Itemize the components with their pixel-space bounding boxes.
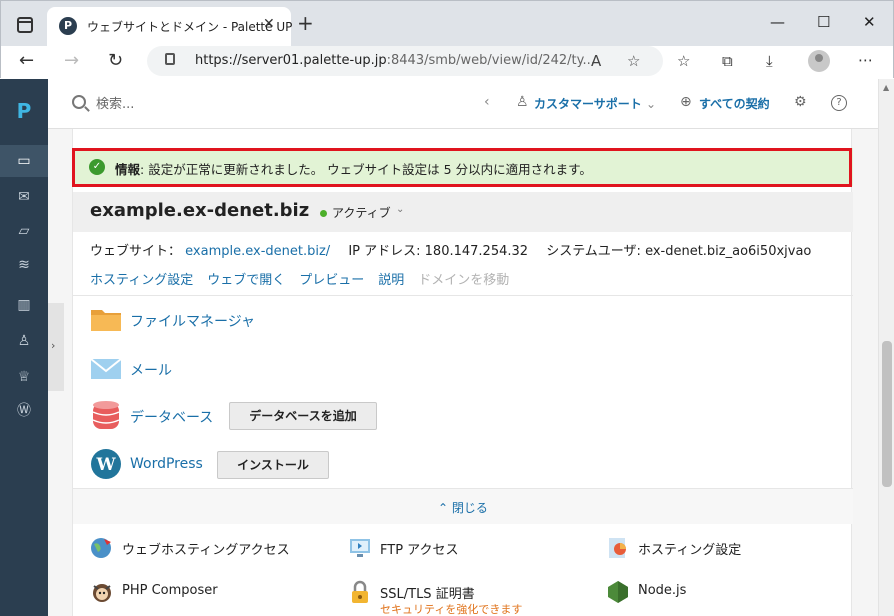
open-in-web-link[interactable]: ウェブで開く	[207, 269, 285, 288]
browser-tab-bar: P ウェブサイトとドメイン - Palette UP ✕ + — ☐ ✕	[0, 0, 894, 47]
status-dropdown[interactable]: アクティブ	[332, 204, 391, 221]
globe-user-icon	[91, 538, 111, 558]
folder-icon	[91, 310, 121, 331]
chevron-down-icon[interactable]: ⌄	[396, 204, 404, 215]
preview-link[interactable]: プレビュー	[299, 269, 364, 288]
collapse-link[interactable]: ⌃ 閉じる	[438, 499, 488, 516]
all-subscriptions-link[interactable]: すべての契約	[699, 95, 770, 112]
ssl-tls-hint: セキュリティを強化できます	[380, 603, 523, 616]
browser-toolbar: ← → ↻ https://server01.palette-up.jp:844…	[0, 46, 894, 78]
minimize-icon[interactable]: —	[770, 13, 785, 31]
page-scrollbar[interactable]: ▲	[878, 79, 894, 616]
profile-avatar[interactable]	[808, 50, 830, 72]
divider	[73, 295, 853, 296]
rail-databases-icon[interactable]: ≋	[0, 249, 48, 281]
back-icon[interactable]: ←	[19, 50, 34, 71]
rail-users-icon[interactable]: ♙	[0, 325, 48, 357]
rail-account-icon[interactable]: ♕	[0, 361, 48, 393]
globe-icon: ⊕	[680, 94, 692, 110]
ftp-icon	[350, 539, 370, 557]
tab-title: ウェブサイトとドメイン - Palette UP	[87, 20, 293, 34]
domain-actions: ホスティング設定 ウェブで開く プレビュー 説明 ドメインを移動	[90, 269, 523, 288]
domain-panel: ✓ 情報: 設定が正常に更新されました。 ウェブサイト設定は 5 分以内に適用さ…	[72, 129, 853, 616]
help-icon[interactable]: ?	[831, 95, 847, 111]
app-header: ‹ ♙ カスタマーサポート ⌄ ⊕ すべての契約 ⚙ ?	[48, 79, 878, 129]
rail-wordpress-icon[interactable]: Ⓦ	[0, 395, 48, 427]
move-domain-link: ドメインを移動	[418, 273, 510, 288]
app-logo[interactable]: P	[0, 99, 48, 123]
user-icon: ♙	[516, 94, 529, 110]
scroll-up-icon[interactable]: ▲	[883, 83, 889, 92]
scroll-thumb[interactable]	[882, 341, 892, 487]
domain-header: example.ex-denet.biz アクティブ ⌄	[73, 192, 853, 232]
collapse-bar: ⌃ 閉じる	[73, 488, 853, 524]
refresh-icon[interactable]: ↻	[108, 50, 123, 71]
more-icon[interactable]: ⋯	[858, 51, 873, 69]
databases-link[interactable]: データベース	[130, 407, 213, 427]
add-database-button[interactable]: データベースを追加	[229, 402, 377, 430]
domain-info-row: ウェブサイト： example.ex-denet.biz/ IP アドレス: 1…	[90, 244, 812, 259]
domain-title: example.ex-denet.biz	[90, 200, 310, 221]
composer-icon	[93, 584, 111, 602]
left-nav-rail: P ▭ ✉ ▱ ≋ ▥ ♙ ♕ Ⓦ	[0, 79, 48, 616]
nodejs-icon	[608, 581, 628, 603]
search-icon[interactable]	[72, 95, 86, 109]
tab-close-icon[interactable]: ✕	[263, 16, 275, 32]
sidebar-expand-handle[interactable]: ›	[48, 303, 64, 391]
favorites-icon[interactable]: ☆	[677, 52, 690, 70]
mail-link[interactable]: メール	[130, 360, 172, 380]
rail-statistics-icon[interactable]: ▥	[0, 289, 48, 321]
file-manager-link[interactable]: ファイルマネージャ	[130, 311, 255, 331]
forward-icon[interactable]: →	[64, 50, 79, 71]
alert-highlight-frame	[72, 148, 852, 187]
help-circle-icon[interactable]: ⚙	[794, 94, 807, 110]
rail-mail-icon[interactable]: ✉	[0, 181, 48, 213]
chevron-left-icon[interactable]: ‹	[484, 94, 490, 110]
database-icon	[92, 401, 120, 429]
tab-actions-icon[interactable]	[17, 17, 33, 33]
browser-tab[interactable]: P ウェブサイトとドメイン - Palette UP ✕	[47, 7, 293, 47]
rail-files-icon[interactable]: ▱	[0, 215, 48, 247]
website-link[interactable]: example.ex-denet.biz/	[185, 244, 330, 259]
url-text: https://server01.palette-up.jp:8443/smb/…	[195, 53, 595, 68]
collections-icon[interactable]: ⧉	[722, 52, 733, 70]
add-favorite-icon[interactable]: ☆	[627, 52, 640, 70]
lock-icon[interactable]	[165, 53, 175, 65]
favicon-icon: P	[59, 17, 77, 35]
rail-websites-icon[interactable]: ▭	[0, 145, 48, 177]
wordpress-icon: W	[91, 449, 121, 479]
status-dot-icon	[320, 210, 327, 217]
chevron-up-icon: ⌃	[438, 501, 449, 515]
search-input[interactable]	[96, 93, 296, 115]
svg-text:W: W	[95, 455, 116, 475]
read-aloud-icon[interactable]: A	[591, 52, 601, 70]
window-close-icon[interactable]: ✕	[863, 13, 876, 31]
hosting-settings-icon	[609, 538, 626, 558]
hosting-settings-link[interactable]: ホスティング設定	[90, 269, 193, 288]
downloads-icon[interactable]: ⤓	[766, 52, 773, 70]
address-bar[interactable]: https://server01.palette-up.jp:8443/smb/…	[147, 46, 663, 76]
main-content: › ✓ 情報: 設定が正常に更新されました。 ウェブサイト設定は 5 分以内に適…	[48, 129, 878, 616]
mail-icon	[90, 358, 122, 379]
description-link[interactable]: 説明	[378, 269, 404, 288]
padlock-icon	[352, 580, 368, 603]
new-tab-icon[interactable]: +	[297, 13, 314, 33]
maximize-icon[interactable]: ☐	[817, 13, 830, 31]
install-wordpress-button[interactable]: インストール	[217, 451, 329, 479]
chevron-right-icon: ›	[51, 339, 56, 352]
support-link[interactable]: カスタマーサポート ⌄	[534, 95, 656, 112]
wordpress-link[interactable]: WordPress	[130, 456, 203, 472]
